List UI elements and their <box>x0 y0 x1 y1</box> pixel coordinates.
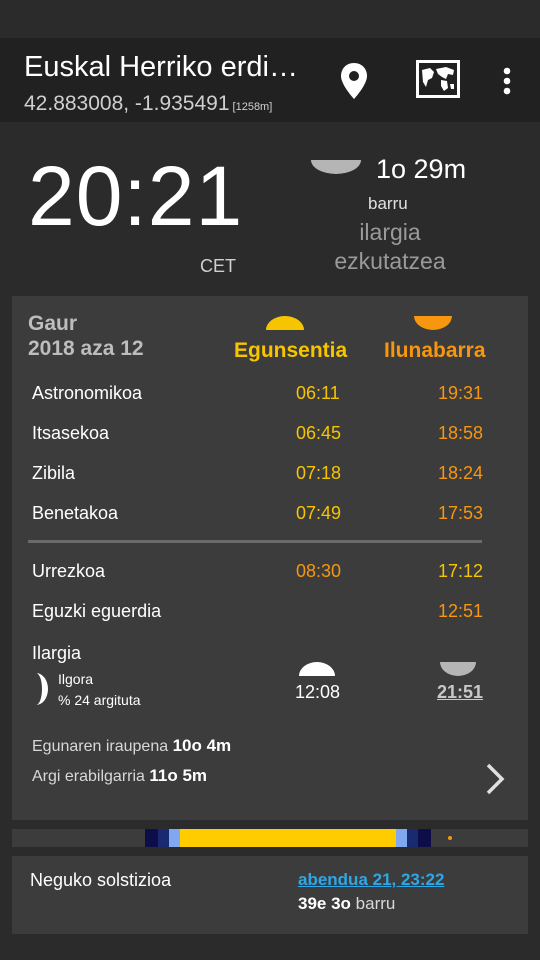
event-date-link[interactable]: abendua 21, 23:22 <box>298 870 444 890</box>
location-pin-icon[interactable] <box>340 63 368 99</box>
current-time: 20:21 <box>28 149 244 243</box>
moonset-icon <box>311 160 361 174</box>
row-label: Itsasekoa <box>32 423 110 443</box>
day-length-label: Egunaren iraupena <box>32 738 169 755</box>
golden-evening-time: 17:12 <box>438 561 484 581</box>
twilight-row-astronomical: Astronomikoa 06:11 19:31 <box>12 383 528 413</box>
next-event-label: ilargia ezkutatzea <box>310 218 470 276</box>
twilight-row-nautical: Itsasekoa 06:45 18:58 <box>12 423 528 453</box>
dusk-time: 18:58 <box>438 423 484 443</box>
next-event-in-word: barru <box>368 194 408 213</box>
moonset-small-icon <box>440 662 476 676</box>
app-bar: Euskal Herriko erdi… 42.883008, -1.93549… <box>0 38 540 122</box>
usable-light-label: Argi erabilgarria <box>32 768 145 785</box>
row-label: Zibila <box>32 463 76 483</box>
dusk-time: 19:31 <box>438 383 484 403</box>
row-label: Eguzki eguerdia <box>32 601 162 621</box>
upcoming-event-card: Neguko solstizioa abendua 21, 23:22 39e … <box>12 856 528 934</box>
daylight-timeline-bar <box>12 829 528 847</box>
timeline-day-segment <box>180 829 396 847</box>
timeline-night-segment <box>145 829 158 847</box>
today-date: 2018 aza 12 <box>28 337 144 360</box>
location-coordinates: 42.883008, -1.935491 [1258m] <box>24 92 272 116</box>
twilight-row-actual: Benetakoa 07:49 17:53 <box>12 503 528 533</box>
timeline-civil-segment <box>169 829 180 847</box>
moon-phase-icon <box>36 673 48 705</box>
timeline-twilight-segment <box>158 829 169 847</box>
row-label: Benetakoa <box>32 503 119 523</box>
timeline-now-dot <box>448 836 452 840</box>
timeline-civil-segment <box>396 829 407 847</box>
moonrise-icon <box>299 662 335 676</box>
dusk-time: 17:53 <box>438 503 484 523</box>
dawn-time: 07:18 <box>296 463 342 483</box>
event-name: Neguko solstizioa <box>30 870 172 890</box>
usable-light-value: 11o 5m <box>149 766 208 785</box>
today-card: Gaur 2018 aza 12 Egunsentia Ilunabarra A… <box>12 296 528 820</box>
status-bar <box>0 0 540 38</box>
golden-morning-time: 08:30 <box>296 561 342 581</box>
moonset-time[interactable]: 21:51 <box>437 682 483 703</box>
twilight-row-civil: Zibila 07:18 18:24 <box>12 463 528 493</box>
dusk-time: 18:24 <box>438 463 484 483</box>
sunset-column-header: Ilunabarra <box>384 339 486 362</box>
row-label: Astronomikoa <box>32 383 143 403</box>
dawn-time: 06:45 <box>296 423 342 443</box>
dawn-time: 07:49 <box>296 503 342 523</box>
world-map-icon[interactable] <box>416 60 460 98</box>
moon-label: Ilargia <box>32 643 82 663</box>
timeline-twilight-segment <box>407 829 418 847</box>
usable-light: Argi erabilgarria 11o 5m <box>32 766 207 786</box>
day-length-value: 10o 4m <box>172 736 232 755</box>
section-divider <box>28 540 482 543</box>
event-countdown-value: 39e 3o <box>298 894 351 913</box>
next-event-countdown: 1o 29m <box>376 154 467 184</box>
sunrise-icon <box>266 316 304 330</box>
sunrise-column-header: Egunsentia <box>234 339 348 362</box>
event-countdown-word: barru <box>355 894 396 913</box>
dawn-time: 06:11 <box>296 383 340 403</box>
moon-phase-text: Ilgora <box>58 671 94 687</box>
moonrise-time: 12:08 <box>295 682 341 702</box>
chevron-right-icon[interactable] <box>484 762 506 796</box>
moon-illumination-text: % 24 argituta <box>58 692 141 708</box>
solar-noon-row: Eguzki eguerdia 12:51 <box>12 601 528 631</box>
golden-hour-row: Urrezkoa 08:30 17:12 <box>12 561 528 591</box>
next-event-label-line2: ezkutatzea <box>334 248 446 274</box>
today-label: Gaur <box>28 312 78 335</box>
solar-noon-time: 12:51 <box>438 601 484 621</box>
timeline-night-segment <box>418 829 431 847</box>
timezone: CET <box>200 256 236 276</box>
row-label: Urrezkoa <box>32 561 106 581</box>
more-options-icon[interactable] <box>496 66 518 96</box>
altitude-text: [1258m] <box>232 101 273 113</box>
next-event-label-line1: ilargia <box>359 219 421 245</box>
sunset-icon <box>414 316 452 330</box>
event-countdown: 39e 3o barru <box>298 894 395 914</box>
day-length: Egunaren iraupena 10o 4m <box>32 736 231 756</box>
location-title[interactable]: Euskal Herriko erdi… <box>24 51 298 84</box>
coordinates-text: 42.883008, -1.935491 <box>24 92 230 115</box>
